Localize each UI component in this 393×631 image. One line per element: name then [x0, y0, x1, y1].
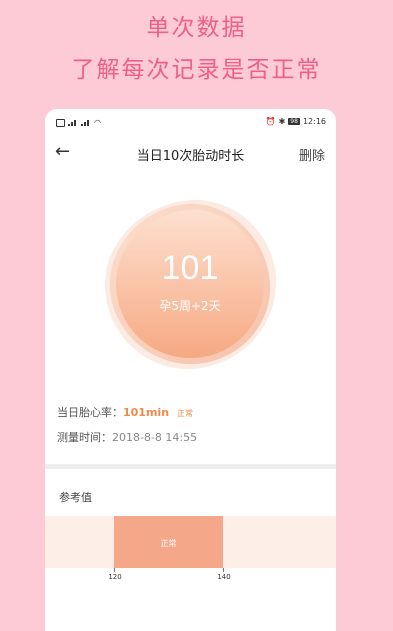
normal-range-label: 正常: [160, 539, 177, 548]
hero-subtitle: 了解每次记录是否正常: [71, 57, 322, 83]
bluetooth-icon: ✱: [278, 117, 286, 126]
nav-bar: ← 当日10次胎动时长 删除: [45, 137, 336, 171]
alarm-icon: ⏰: [265, 117, 276, 126]
status-bar: ◠ ⏰ ✱ 98 12:16: [45, 109, 336, 133]
summary-value: 101: [161, 249, 219, 287]
summary-blob: 101 孕5周+2天: [100, 194, 280, 374]
delete-button[interactable]: 删除: [299, 145, 325, 164]
hero-title: 单次数据: [146, 15, 247, 41]
tick-high: [223, 568, 224, 572]
wifi-icon: ◠: [94, 118, 101, 127]
section-divider: [45, 464, 336, 469]
sim-icon: [56, 118, 65, 127]
status-badge: 正常: [177, 409, 194, 418]
heart-rate-value: 101min: [123, 406, 170, 419]
time-row: 测量时间：2018-8-8 14:55: [57, 429, 197, 445]
reference-label: 参考值: [59, 491, 92, 504]
heart-rate-row: 当日胎心率：101min 正常: [57, 404, 193, 420]
tick-label-low: 120: [108, 573, 122, 581]
status-left: ◠: [56, 118, 101, 127]
heart-rate-label: 当日胎心率：: [57, 406, 123, 419]
tick-label-high: 140: [217, 573, 231, 581]
time-label: 测量时间：: [57, 431, 112, 444]
gestation-label: 孕5周+2天: [159, 299, 221, 313]
clock: 12:16: [302, 117, 326, 126]
tick-low: [114, 568, 115, 572]
battery-icon: 98: [288, 118, 300, 125]
phone-screen: ◠ ⏰ ✱ 98 12:16 ← 当日10次胎动时长 删除 101 孕5周+2天…: [45, 109, 336, 631]
status-right: ⏰ ✱ 98 12:16: [266, 117, 326, 126]
signal-icon: [68, 119, 78, 126]
time-value: 2018-8-8 14:55: [112, 431, 198, 444]
signal-icon: [81, 119, 91, 126]
page-title: 当日10次胎动时长: [136, 149, 245, 164]
